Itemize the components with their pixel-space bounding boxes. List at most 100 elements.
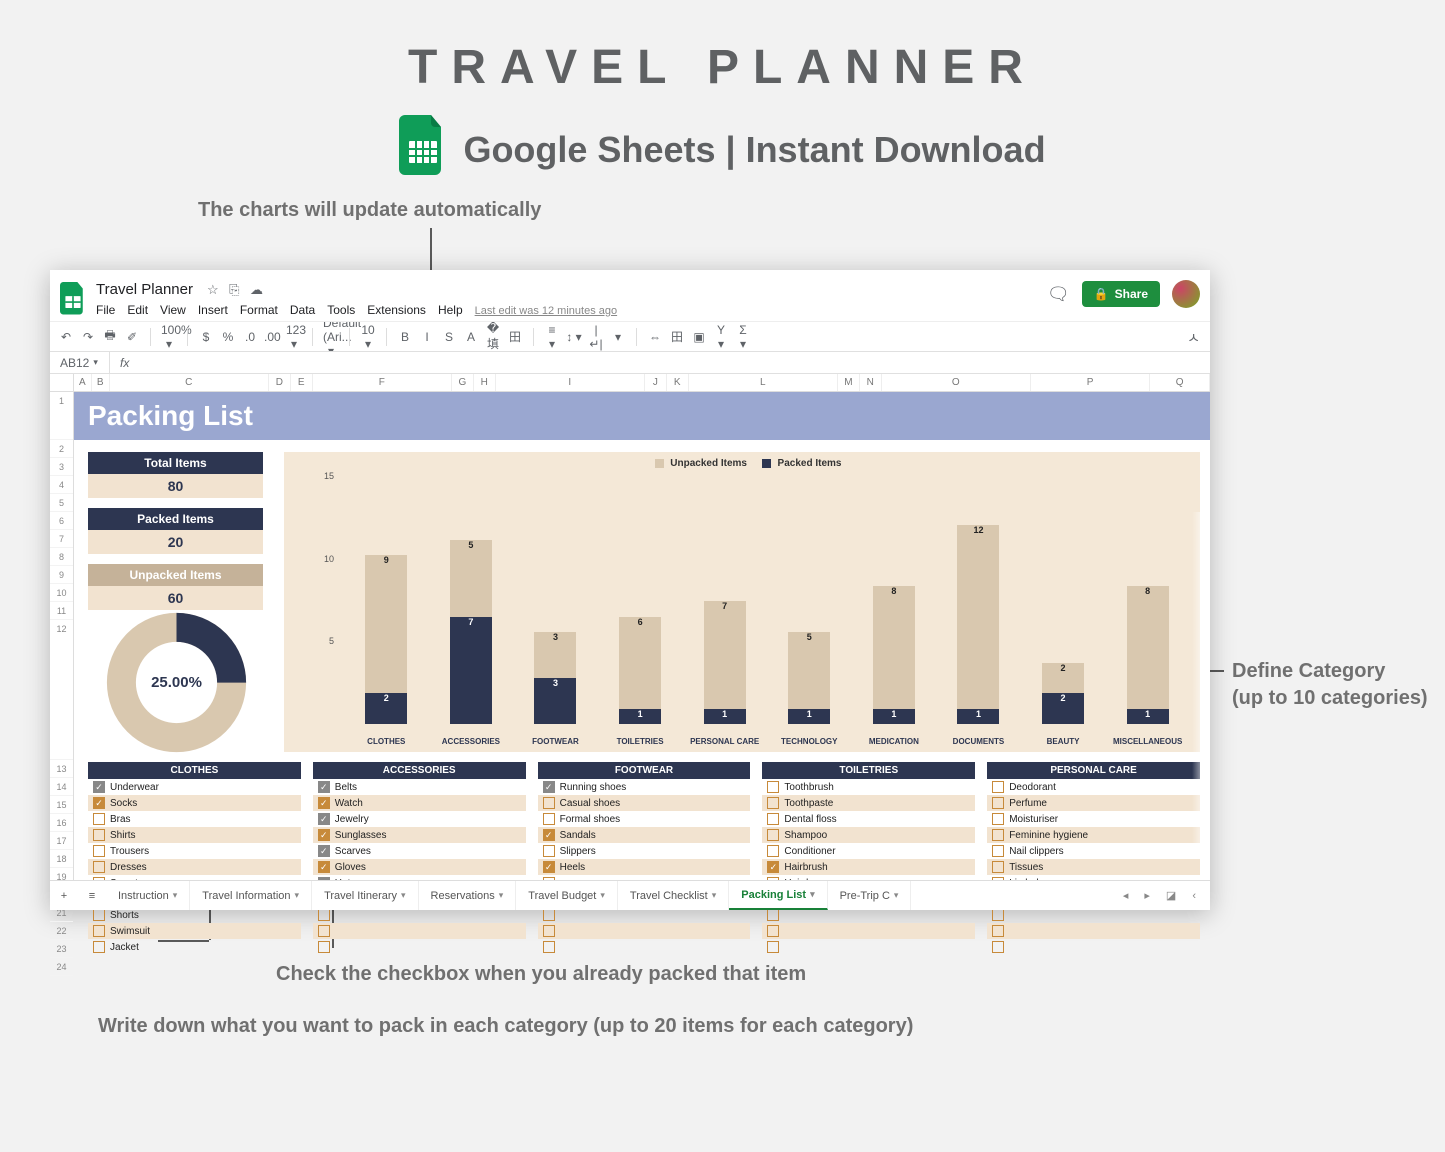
list-header[interactable]: FOOTWEAR [538,762,751,779]
toolbar-btn[interactable]: ✐ [124,330,140,344]
list-item[interactable]: Sandals [538,827,751,843]
toolbar-btn[interactable]: ↕ ▾ [566,330,582,344]
toolbar-btn[interactable]: Default (Ari... ▾ [323,322,339,352]
toolbar-btn[interactable]: .00 [264,330,280,344]
checkbox[interactable] [543,861,555,873]
side-panel-icon[interactable]: ‹ [1192,890,1196,902]
list-item[interactable]: Toothbrush [762,779,975,795]
checkbox[interactable] [767,781,779,793]
col-header[interactable]: K [667,374,689,391]
toolbar-btn[interactable]: % [220,330,236,344]
toolbar-btn[interactable]: Σ ▾ [735,323,751,351]
checkbox[interactable] [767,925,779,937]
col-header[interactable]: B [92,374,110,391]
checkbox[interactable] [543,797,555,809]
list-item[interactable]: Watch [313,795,526,811]
tab-caret-icon[interactable]: ▾ [600,890,605,901]
checkbox[interactable] [767,861,779,873]
toolbar-btn[interactable]: Y ▾ [713,323,729,351]
checkbox[interactable] [318,941,330,953]
row-header[interactable]: 14 [50,778,73,796]
col-header[interactable]: P [1031,374,1150,391]
menu-file[interactable]: File [96,303,115,317]
checkbox[interactable] [93,845,105,857]
checkbox[interactable] [992,781,1004,793]
checkbox[interactable] [318,829,330,841]
checkbox[interactable] [992,797,1004,809]
list-item[interactable] [313,939,526,955]
list-item[interactable]: Casual shoes [538,795,751,811]
list-item[interactable]: Shampoo [762,827,975,843]
sheets-logo-icon[interactable] [58,279,88,319]
toolbar-btn[interactable]: A [463,330,479,344]
menu-tools[interactable]: Tools [327,303,355,317]
col-header[interactable]: O [882,374,1031,391]
row-header[interactable]: 13 [50,760,73,778]
sheet-tab[interactable]: Reservations▾ [419,881,517,910]
col-header[interactable]: L [689,374,838,391]
row-header[interactable]: 7 [50,530,73,548]
list-item[interactable]: Shirts [88,827,301,843]
list-item[interactable]: Moisturiser [987,811,1200,827]
checkbox[interactable] [992,829,1004,841]
tab-caret-icon[interactable]: ▾ [173,890,178,901]
row-header[interactable]: 1 [50,392,73,440]
star-icon[interactable]: ☆ [207,282,219,297]
col-header[interactable]: N [860,374,882,391]
hide-menus-icon[interactable]: ㅅ [1187,328,1200,348]
row-header[interactable]: 17 [50,832,73,850]
list-item[interactable]: Tissues [987,859,1200,875]
cloud-icon[interactable]: ☁ [250,282,263,297]
toolbar-btn[interactable]: I [419,330,435,344]
menu-format[interactable]: Format [240,303,278,317]
checkbox[interactable] [543,813,555,825]
share-button[interactable]: 🔒 Share [1082,281,1160,307]
list-item[interactable]: Gloves [313,859,526,875]
menu-help[interactable]: Help [438,303,463,317]
row-header[interactable]: 2 [50,440,73,458]
list-item[interactable]: Slippers [538,843,751,859]
list-item[interactable]: Underwear [88,779,301,795]
col-header[interactable]: D [269,374,291,391]
tab-caret-icon[interactable]: ▾ [894,890,899,901]
row-header[interactable]: 22 [50,922,73,940]
toolbar-btn[interactable]: �填 [485,322,501,352]
toolbar-btn[interactable]: 🖶 [102,326,118,347]
checkbox[interactable] [992,925,1004,937]
checkbox[interactable] [992,845,1004,857]
list-header[interactable]: PERSONAL CARE [987,762,1200,779]
menu-extensions[interactable]: Extensions [367,303,426,317]
row-header[interactable]: 9 [50,566,73,584]
sheet-tab[interactable]: Packing List▾ [729,881,827,910]
list-item[interactable] [538,939,751,955]
list-header[interactable]: TOILETRIES [762,762,975,779]
checkbox[interactable] [543,829,555,841]
row-header[interactable]: 3 [50,458,73,476]
row-header[interactable]: 16 [50,814,73,832]
toolbar-btn[interactable]: ▾ [610,330,626,344]
toolbar-btn[interactable]: ↶ [58,330,74,344]
checkbox[interactable] [543,909,555,921]
checkbox[interactable] [992,813,1004,825]
comments-icon[interactable]: 🗨 [1047,284,1070,305]
list-item[interactable] [762,923,975,939]
row-header[interactable]: 6 [50,512,73,530]
toolbar-btn[interactable]: |↵| [588,323,604,351]
checkbox[interactable] [543,925,555,937]
col-header[interactable]: A [74,374,92,391]
tab-caret-icon[interactable]: ▾ [712,890,717,901]
list-item[interactable]: Sunglasses [313,827,526,843]
list-item[interactable] [987,939,1200,955]
col-header[interactable]: Q [1150,374,1210,391]
checkbox[interactable] [318,925,330,937]
doc-title[interactable]: Travel Planner [96,281,193,298]
list-item[interactable]: Perfume [987,795,1200,811]
row-header[interactable]: 18 [50,850,73,868]
sheet-tab[interactable]: Travel Information▾ [190,881,312,910]
toolbar-btn[interactable]: .0 [242,330,258,344]
list-item[interactable]: Belts [313,779,526,795]
list-header[interactable]: CLOTHES [88,762,301,779]
list-item[interactable]: Conditioner [762,843,975,859]
checkbox[interactable] [767,845,779,857]
checkbox[interactable] [992,909,1004,921]
